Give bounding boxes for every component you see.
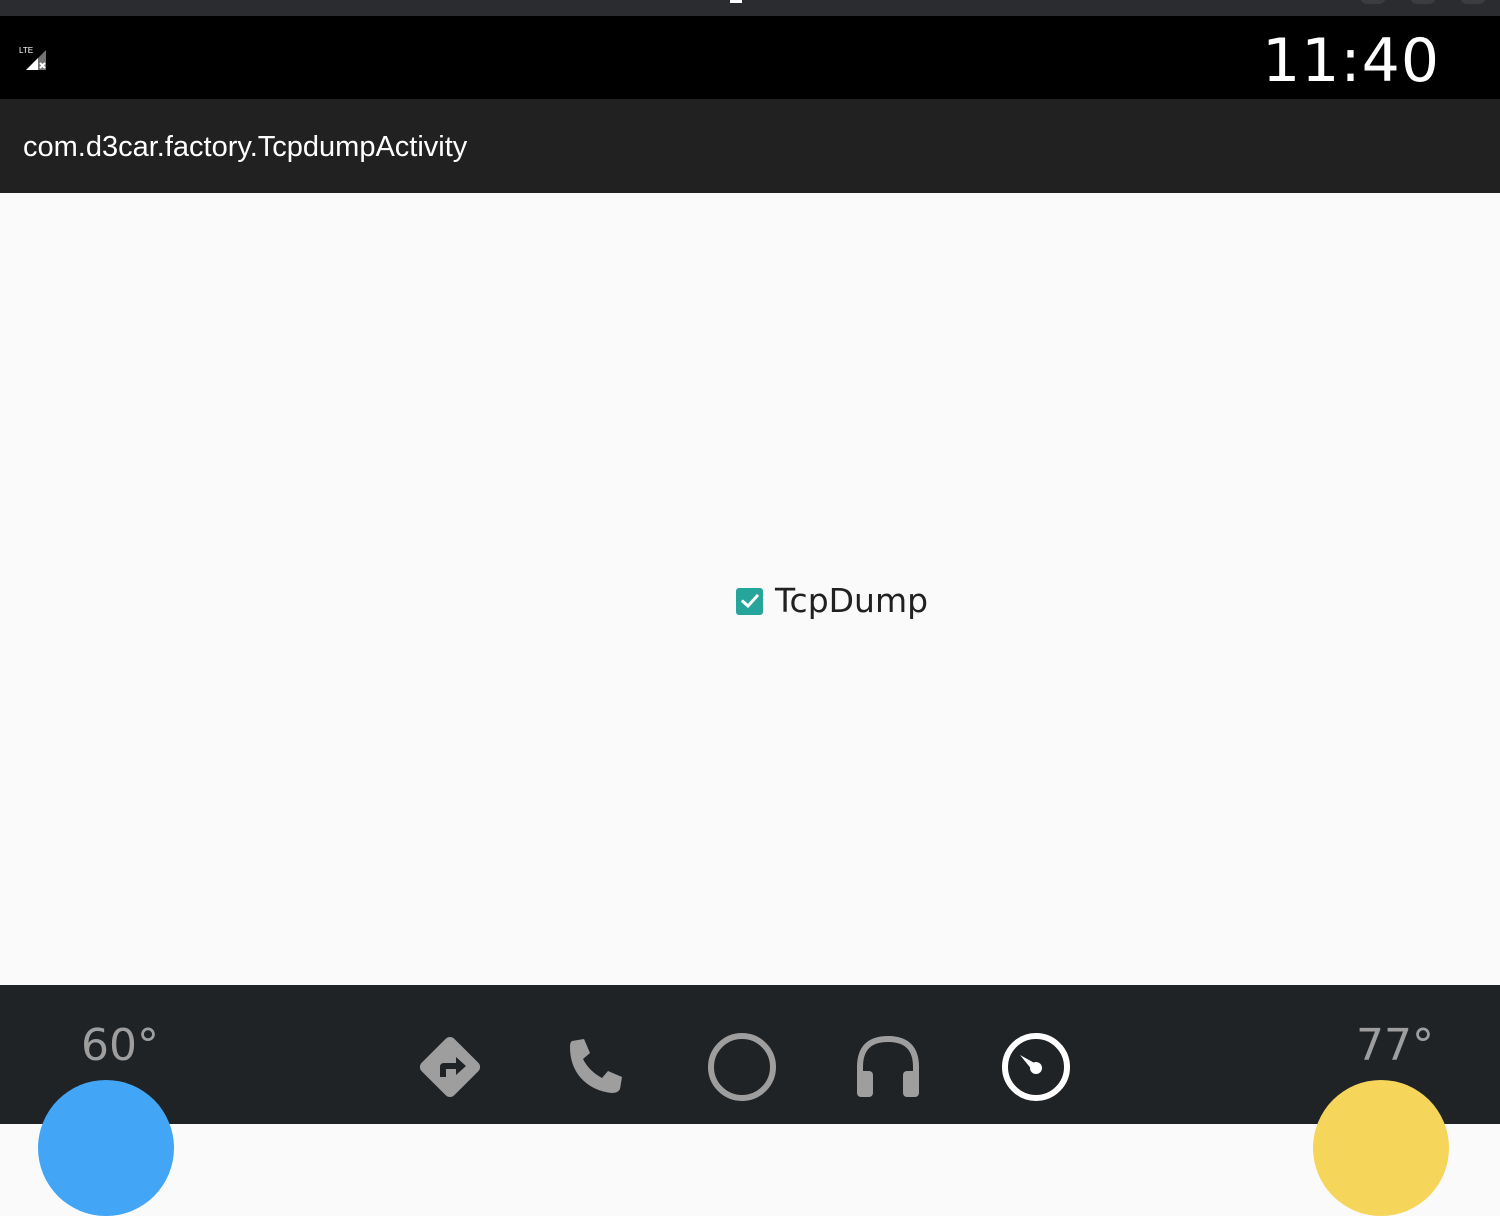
car-nav-bar: 60° 77° [0,985,1500,1216]
top-control-dot [1410,0,1436,4]
left-temperature: 60° [81,1020,159,1071]
top-indicator [730,0,742,3]
headphones-icon[interactable] [850,1029,926,1105]
home-icon[interactable] [704,1029,780,1105]
checkbox-checked-icon[interactable] [736,587,763,615]
dashboard-icon[interactable] [998,1029,1074,1105]
status-clock: 11:40 [1262,26,1440,96]
right-temperature: 77° [1356,1020,1434,1071]
system-top-strip [0,0,1500,16]
navigation-icon[interactable] [412,1029,488,1105]
main-content: TcpDump [0,193,1500,985]
right-climate-knob[interactable] [1313,1080,1449,1216]
top-control-dot [1360,0,1386,4]
lte-no-signal-icon: LTE [18,44,50,72]
left-climate-knob[interactable] [38,1080,174,1216]
status-bar: LTE 11:40 [0,16,1500,99]
svg-text:LTE: LTE [19,46,33,55]
checkbox-label: TcpDump [775,581,929,620]
activity-title: com.d3car.factory.TcpdumpActivity [23,131,468,163]
app-bar: com.d3car.factory.TcpdumpActivity [0,99,1500,193]
tcpdump-checkbox[interactable]: TcpDump [736,575,928,627]
phone-icon[interactable] [558,1029,634,1105]
top-control-dot [1460,0,1486,4]
